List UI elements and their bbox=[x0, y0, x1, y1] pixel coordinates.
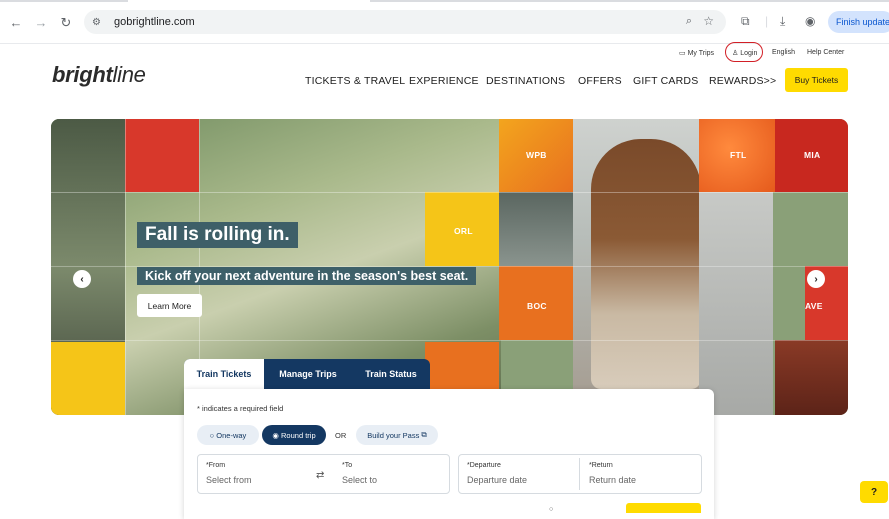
extensions-icon[interactable]: ⧉ bbox=[741, 14, 750, 29]
required-field-note: * indicates a required field bbox=[197, 404, 284, 413]
grid-line bbox=[51, 192, 848, 193]
external-link-icon: ⧉ bbox=[419, 430, 427, 439]
radio-empty-icon: ○ bbox=[209, 430, 217, 440]
orl-label: ORL bbox=[454, 226, 473, 236]
help-center-link[interactable]: Help Center bbox=[807, 49, 844, 56]
login-highlight-circle bbox=[725, 42, 763, 62]
url-text[interactable]: gobrightline.com bbox=[114, 16, 195, 28]
passenger-icon[interactable]: ○ bbox=[549, 506, 553, 513]
bookmark-star-icon[interactable]: ☆ bbox=[703, 14, 714, 28]
passenger-photo bbox=[591, 139, 701, 389]
download-icon[interactable]: ⤓ bbox=[780, 14, 785, 29]
swap-stations-icon[interactable]: ⇄ bbox=[316, 470, 324, 481]
tab-edge bbox=[0, 0, 128, 2]
date-divider bbox=[579, 458, 580, 490]
forward-icon[interactable]: → bbox=[33, 14, 49, 30]
build-pass-label: Build your Pass bbox=[367, 430, 420, 440]
logo-light-text: line bbox=[112, 62, 146, 87]
yellow-tile bbox=[51, 342, 125, 415]
round-trip-radio[interactable]: ◉ Round trip bbox=[262, 425, 326, 445]
nav-tickets-travel[interactable]: TICKETS & TRAVEL bbox=[305, 75, 405, 87]
address-bar[interactable]: ⚙ gobrightline.com ⌕ ☆ bbox=[84, 10, 726, 34]
one-way-label: One-way bbox=[216, 430, 247, 440]
language-selector[interactable]: English bbox=[772, 49, 795, 56]
my-trips-link[interactable]: ▭ My Trips bbox=[679, 49, 714, 57]
ave-label: AVE bbox=[805, 301, 823, 311]
red-tile bbox=[125, 119, 199, 192]
profile-icon[interactable]: ◉ bbox=[805, 14, 815, 28]
reload-icon[interactable]: ↻ bbox=[58, 14, 74, 30]
boc-label: BOC bbox=[527, 301, 547, 311]
browser-toolbar: ← → ↻ ⚙ gobrightline.com ⌕ ☆ ⧉ | ⤓ ◉ Fin… bbox=[0, 0, 889, 44]
learn-more-button[interactable]: Learn More bbox=[137, 294, 202, 317]
nav-rewards[interactable]: REWARDS>> bbox=[709, 75, 776, 87]
departure-label: *Departure bbox=[467, 462, 501, 469]
to-label: *To bbox=[342, 462, 353, 469]
departure-input[interactable]: Departure date bbox=[467, 475, 527, 485]
mia-label: MIA bbox=[804, 150, 821, 160]
nav-gift-cards[interactable]: GIFT CARDS bbox=[633, 75, 698, 87]
to-input[interactable]: Select to bbox=[342, 475, 377, 485]
logo-bold-text: bright bbox=[52, 62, 113, 87]
finish-update-button[interactable]: Finish update bbox=[828, 11, 889, 33]
hero-title: Fall is rolling in. bbox=[137, 222, 298, 248]
buy-tickets-button[interactable]: Buy Tickets bbox=[785, 68, 848, 92]
tab-train-status[interactable]: Train Status bbox=[352, 359, 430, 389]
help-chat-icon[interactable]: ? bbox=[860, 481, 888, 503]
zoom-icon[interactable]: ⌕ bbox=[686, 15, 692, 28]
back-icon[interactable]: ← bbox=[8, 14, 24, 30]
grid-line bbox=[125, 119, 126, 415]
carousel-next-icon[interactable]: › bbox=[807, 270, 825, 288]
grid-line bbox=[51, 340, 848, 341]
build-pass-button[interactable]: Build your Pass ⧉ bbox=[356, 425, 438, 445]
dates-field-group bbox=[458, 454, 702, 494]
radio-selected-icon: ◉ bbox=[272, 430, 282, 440]
booking-tabs: Train Tickets Manage Trips Train Status bbox=[184, 359, 430, 389]
return-label: *Return bbox=[589, 462, 613, 469]
train-window-image bbox=[499, 192, 573, 266]
nav-destinations[interactable]: DESTINATIONS bbox=[486, 75, 565, 87]
from-input[interactable]: Select from bbox=[206, 475, 252, 485]
round-trip-label: Round trip bbox=[281, 430, 316, 440]
tab-manage-trips[interactable]: Manage Trips bbox=[264, 359, 352, 389]
seat-detail-image bbox=[775, 340, 848, 415]
ftl-label: FTL bbox=[730, 150, 747, 160]
nav-experience[interactable]: EXPERIENCE bbox=[409, 75, 479, 87]
tab-strip bbox=[0, 0, 889, 4]
my-trips-label: My Trips bbox=[687, 50, 715, 57]
brightline-logo[interactable]: brightline bbox=[52, 62, 146, 88]
or-separator: OR bbox=[335, 431, 347, 440]
tab-train-tickets[interactable]: Train Tickets bbox=[184, 359, 264, 389]
hero-subtitle: Kick off your next adventure in the seas… bbox=[137, 267, 477, 285]
return-input[interactable]: Return date bbox=[589, 475, 636, 485]
toolbar-divider: | bbox=[765, 14, 769, 28]
tab-edge bbox=[370, 0, 889, 2]
one-way-radio[interactable]: ○ One-way bbox=[197, 425, 259, 445]
from-label: *From bbox=[206, 462, 226, 469]
ticket-icon: ▭ bbox=[679, 50, 686, 57]
wpb-label: WPB bbox=[526, 150, 547, 160]
carousel-prev-icon[interactable]: ‹ bbox=[73, 270, 91, 288]
search-trains-button[interactable] bbox=[626, 503, 701, 513]
site-info-icon[interactable]: ⚙ bbox=[92, 17, 106, 28]
nav-offers[interactable]: OFFERS bbox=[578, 75, 622, 87]
